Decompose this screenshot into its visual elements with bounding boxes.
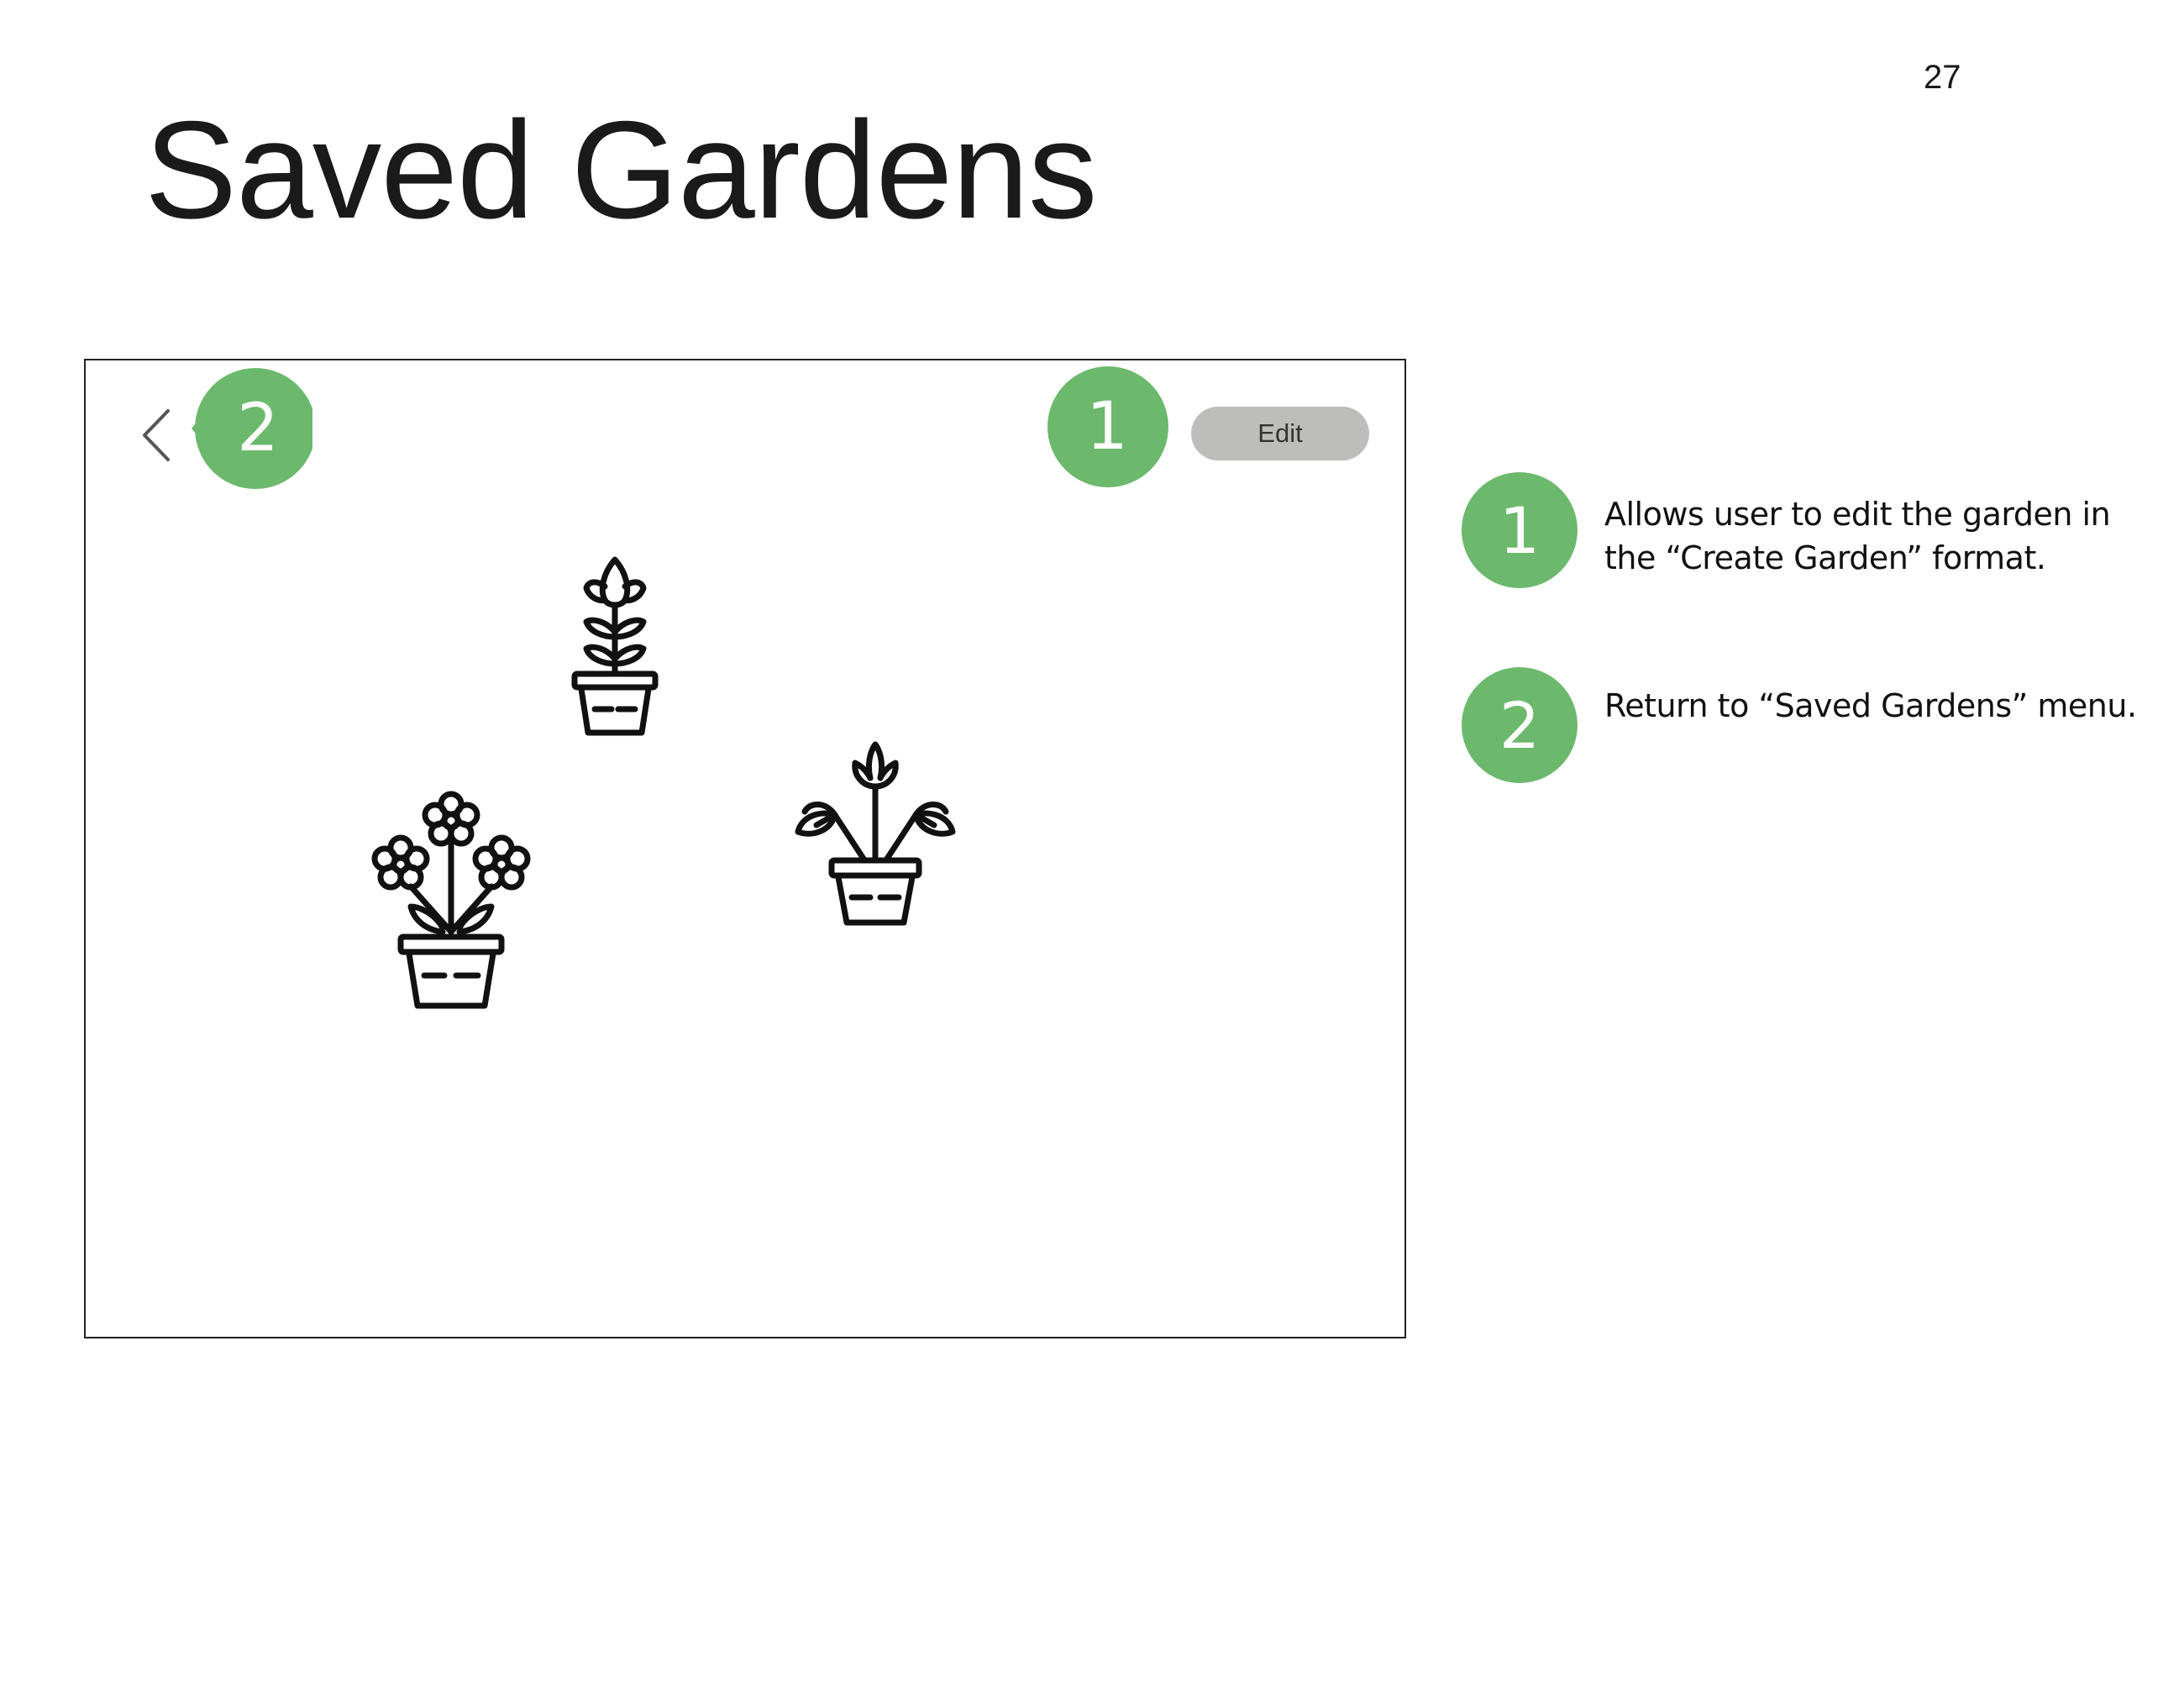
legend-text-1: Allows user to edit the garden in the “C… (1604, 496, 2111, 576)
page-number: 27 (1924, 59, 1961, 96)
callout-number: 1 (1086, 389, 1128, 465)
callout-badge-2: 2 (190, 367, 312, 490)
tulip-plant-icon[interactable] (564, 550, 665, 743)
callout-number: 2 (237, 391, 279, 466)
daisy-plant-icon[interactable] (367, 789, 535, 1016)
legend-badge-1: 1 (1462, 472, 1578, 588)
legend-text-2: Return to “Saved Gardens” menu. (1604, 687, 2137, 724)
edit-button[interactable]: Edit (1191, 407, 1369, 460)
leafy-flower-plant-icon[interactable] (783, 734, 968, 928)
legend-badge-2: 2 (1462, 667, 1578, 783)
callout-badge-1: 1 (1047, 365, 1170, 488)
page-title: Saved Gardens (144, 92, 1098, 247)
chevron-left-icon[interactable] (138, 406, 180, 465)
app-mockup-frame: Edit 2 1 (84, 359, 1406, 1338)
